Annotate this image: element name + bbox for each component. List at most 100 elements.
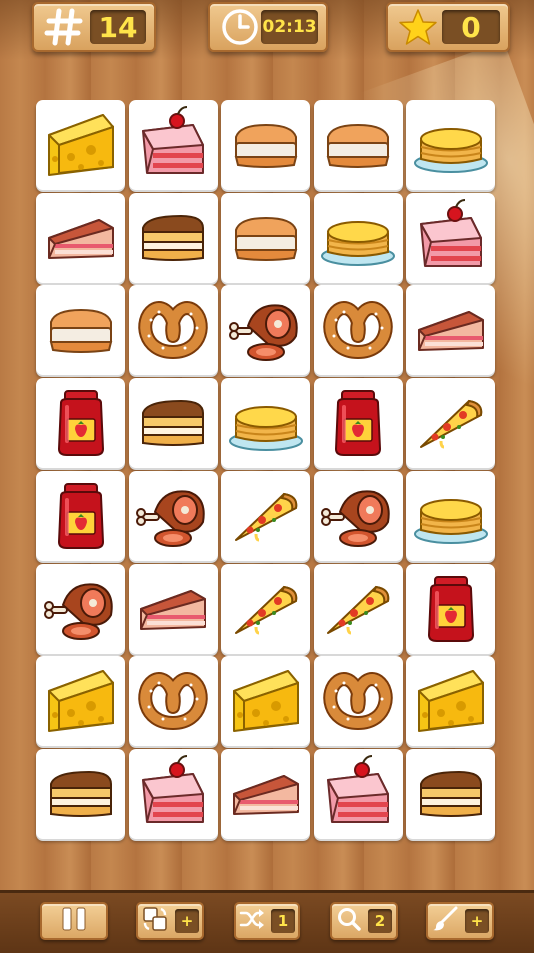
- sandwich-icon: [226, 105, 306, 185]
- sandwich-icon: [226, 198, 306, 278]
- pancakes-icon: [411, 476, 491, 556]
- brush-icon: [431, 905, 459, 937]
- brush-button[interactable]: +: [426, 902, 494, 940]
- tile-sponge[interactable]: [128, 192, 218, 283]
- pizza-icon: [226, 476, 306, 556]
- tile-sandwich[interactable]: [221, 192, 310, 283]
- cake-icon: [133, 105, 213, 185]
- tile-jam[interactable]: [36, 470, 125, 561]
- cake-icon: [318, 754, 398, 834]
- tile-cake[interactable]: [313, 748, 403, 839]
- tile-board: [36, 100, 498, 840]
- pancakes-icon: [411, 105, 491, 185]
- tile-cheese[interactable]: [36, 100, 125, 190]
- tile-pie[interactable]: [128, 563, 218, 654]
- tile-pretzel[interactable]: [313, 285, 403, 376]
- timer: 02:13: [208, 2, 328, 52]
- ham-icon: [133, 476, 213, 556]
- tile-sandwich[interactable]: [313, 100, 403, 190]
- cake-icon: [411, 198, 491, 278]
- hash-icon: [42, 5, 86, 49]
- cake-icon: [133, 754, 213, 834]
- tile-cheese[interactable]: [406, 656, 495, 747]
- swap-badge: +: [175, 909, 199, 933]
- tile-pizza[interactable]: [221, 470, 310, 561]
- moves-counter: 14: [32, 2, 156, 52]
- pretzel-icon: [133, 290, 213, 370]
- pancakes-icon: [318, 198, 398, 278]
- tile-sponge[interactable]: [406, 748, 495, 839]
- tile-jam[interactable]: [36, 378, 125, 469]
- pie-icon: [41, 198, 121, 278]
- sponge-icon: [133, 198, 213, 278]
- tile-ham[interactable]: [128, 470, 218, 561]
- pizza-icon: [226, 569, 306, 649]
- tile-sponge[interactable]: [128, 378, 218, 469]
- tile-pretzel[interactable]: [128, 285, 218, 376]
- pretzel-icon: [318, 290, 398, 370]
- swap-button[interactable]: +: [136, 902, 204, 940]
- tile-pie[interactable]: [406, 285, 495, 376]
- jam-icon: [41, 476, 121, 556]
- cheese-icon: [226, 661, 306, 741]
- tile-pretzel[interactable]: [128, 656, 218, 747]
- sandwich-icon: [41, 290, 121, 370]
- ham-icon: [318, 476, 398, 556]
- pie-icon: [226, 754, 306, 834]
- magnifier-icon: [336, 906, 362, 936]
- time-value: 02:13: [261, 10, 318, 44]
- tile-cake[interactable]: [406, 192, 495, 283]
- tile-pretzel[interactable]: [313, 656, 403, 747]
- jam-icon: [411, 569, 491, 649]
- tile-sponge[interactable]: [36, 748, 125, 839]
- ham-icon: [41, 569, 121, 649]
- sandwich-icon: [318, 105, 398, 185]
- tile-pie[interactable]: [221, 748, 310, 839]
- tile-pie[interactable]: [36, 192, 125, 283]
- hint-badge: 2: [368, 909, 392, 933]
- tile-pizza[interactable]: [221, 563, 310, 654]
- hint-button[interactable]: 2: [330, 902, 398, 940]
- tile-pancakes[interactable]: [313, 192, 403, 283]
- pie-icon: [411, 290, 491, 370]
- sponge-icon: [411, 754, 491, 834]
- cheese-icon: [41, 661, 121, 741]
- tile-jam[interactable]: [406, 563, 495, 654]
- tile-pizza[interactable]: [406, 378, 495, 469]
- jam-icon: [318, 383, 398, 463]
- cheese-icon: [411, 661, 491, 741]
- tile-cake[interactable]: [128, 748, 218, 839]
- tile-pancakes[interactable]: [406, 470, 495, 561]
- tile-pancakes[interactable]: [406, 100, 495, 190]
- tile-sandwich[interactable]: [221, 100, 310, 190]
- cheese-icon: [41, 105, 121, 185]
- tile-pizza[interactable]: [313, 563, 403, 654]
- pause-button[interactable]: [40, 902, 108, 940]
- pizza-icon: [318, 569, 398, 649]
- pretzel-icon: [318, 661, 398, 741]
- tile-ham[interactable]: [313, 470, 403, 561]
- tile-cheese[interactable]: [221, 656, 310, 747]
- tile-sandwich[interactable]: [36, 285, 125, 376]
- tile-pancakes[interactable]: [221, 378, 310, 469]
- brush-badge: +: [465, 909, 489, 933]
- tile-jam[interactable]: [313, 378, 403, 469]
- sponge-icon: [41, 754, 121, 834]
- pizza-icon: [411, 383, 491, 463]
- clock-icon: [218, 5, 261, 49]
- tile-ham[interactable]: [221, 285, 310, 376]
- score-counter: 0: [386, 2, 510, 52]
- pancakes-icon: [226, 383, 306, 463]
- pause-icon: [59, 906, 89, 936]
- tile-cake[interactable]: [128, 100, 218, 190]
- tile-ham[interactable]: [36, 563, 125, 654]
- swap-icon: [141, 905, 169, 937]
- shuffle-badge: 1: [271, 909, 295, 933]
- tile-cheese[interactable]: [36, 656, 125, 747]
- pie-icon: [133, 569, 213, 649]
- sponge-icon: [133, 383, 213, 463]
- pretzel-icon: [133, 661, 213, 741]
- star-icon: [396, 5, 440, 49]
- shuffle-button[interactable]: 1: [234, 902, 300, 940]
- moves-value: 14: [90, 10, 146, 44]
